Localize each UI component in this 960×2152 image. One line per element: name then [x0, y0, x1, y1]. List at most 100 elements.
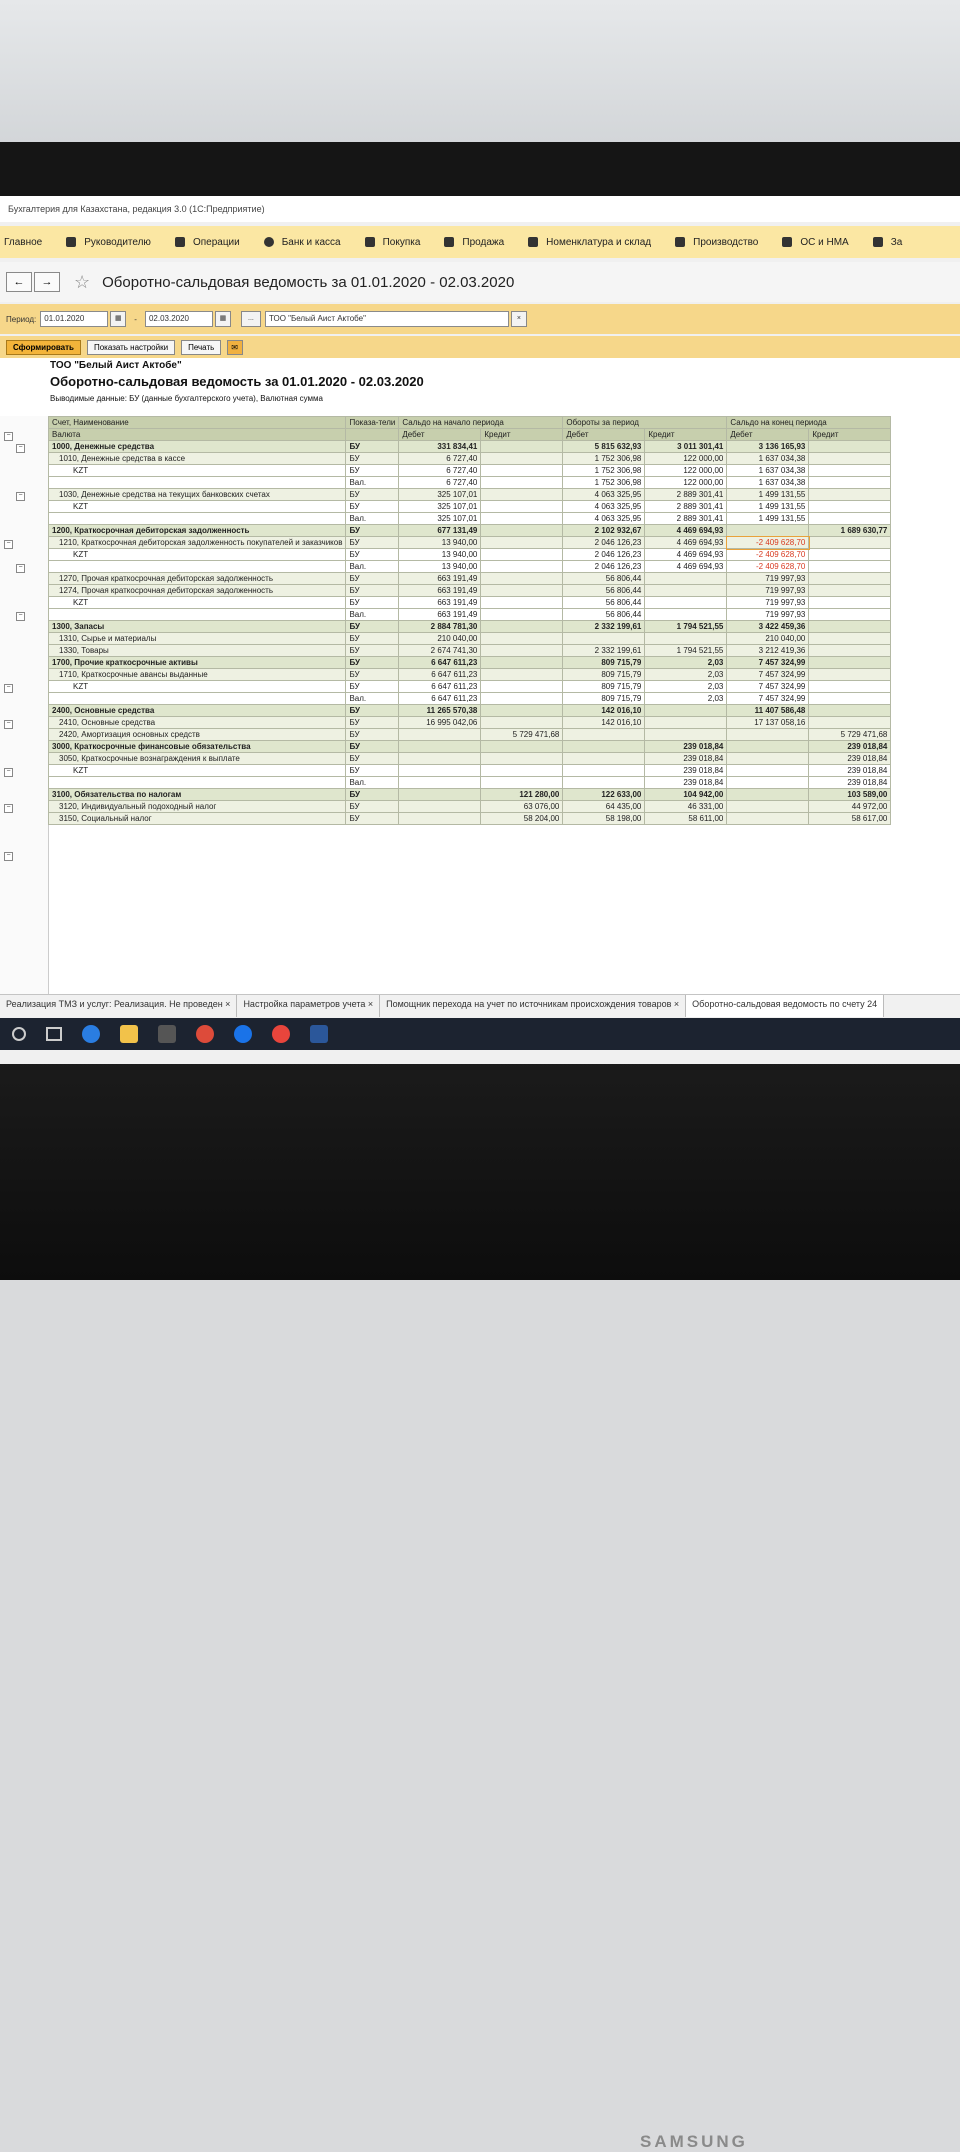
amount-cell[interactable]: 58 204,00	[480, 812, 564, 825]
amount-cell[interactable]: 677 131,49	[398, 524, 482, 537]
amount-cell[interactable]: 3 422 459,36	[726, 620, 810, 633]
amount-cell[interactable]: 122 000,00	[644, 476, 728, 489]
date-from-field[interactable]: 01.01.2020	[40, 311, 109, 327]
back-button[interactable]: ←	[6, 272, 32, 292]
collapse-group-icon[interactable]: −	[4, 540, 13, 549]
report-row[interactable]: 1210, Краткосрочная дебиторская задолжен…	[47, 535, 892, 550]
amount-cell[interactable]	[480, 716, 564, 729]
amount-cell[interactable]: 13 940,00	[398, 560, 482, 573]
amount-cell[interactable]: 1 689 630,77	[808, 524, 892, 537]
amount-cell[interactable]	[808, 692, 892, 705]
amount-cell[interactable]: 4 469 694,93	[644, 548, 728, 561]
menu-item-fixed-assets[interactable]: ОС и НМА	[782, 237, 849, 248]
amount-cell[interactable]	[808, 548, 892, 561]
amount-cell[interactable]: 7 457 324,99	[726, 692, 810, 705]
favorite-star-icon[interactable]: ☆	[74, 272, 90, 293]
amount-cell[interactable]	[726, 764, 810, 777]
amount-cell[interactable]	[808, 716, 892, 729]
amount-cell[interactable]: 1 499 131,55	[726, 500, 810, 513]
amount-cell[interactable]	[644, 632, 728, 645]
amount-cell[interactable]	[480, 536, 564, 549]
amount-cell[interactable]: 6 727,40	[398, 452, 482, 465]
amount-cell[interactable]: 239 018,84	[644, 752, 728, 765]
amount-cell[interactable]: 13 940,00	[398, 536, 482, 549]
amount-cell[interactable]: 2 674 741,30	[398, 644, 482, 657]
explorer-icon[interactable]	[120, 1025, 138, 1043]
amount-cell[interactable]	[480, 596, 564, 609]
report-row[interactable]: KZT БУ 6 727,40 1 752 306,98 122 000,00 1 637…	[47, 464, 892, 477]
amount-cell[interactable]: 4 469 694,93	[644, 536, 728, 549]
amount-cell[interactable]	[398, 776, 482, 789]
amount-cell[interactable]: 64 435,00	[562, 800, 646, 813]
report-row[interactable]: 1000, Денежные средства БУ 331 834,41 5 815…	[47, 440, 892, 453]
amount-cell[interactable]: 2,03	[644, 668, 728, 681]
report-row[interactable]: Вал. 663 191,49 56 806,44 719 997,93	[47, 608, 892, 621]
amount-cell[interactable]: 44 972,00	[808, 800, 892, 813]
report-row[interactable]: 1274, Прочая краткосрочная дебиторская з…	[47, 584, 892, 597]
amount-cell[interactable]: 6 647 611,23	[398, 680, 482, 693]
window-tab[interactable]: Настройка параметров учета ×	[237, 995, 381, 1017]
amount-cell[interactable]: 719 997,93	[726, 584, 810, 597]
amount-cell[interactable]	[808, 488, 892, 501]
amount-cell[interactable]: 11 407 586,48	[726, 704, 810, 717]
amount-cell[interactable]: 2 046 126,23	[562, 560, 646, 573]
amount-cell[interactable]: 809 715,79	[562, 680, 646, 693]
collapse-group-icon[interactable]: −	[16, 612, 25, 621]
amount-cell[interactable]: 5 729 471,68	[480, 728, 564, 741]
amount-cell[interactable]	[644, 608, 728, 621]
amount-cell[interactable]	[808, 560, 892, 573]
amount-cell[interactable]	[480, 476, 564, 489]
amount-cell[interactable]: 663 191,49	[398, 572, 482, 585]
amount-cell[interactable]: -2 409 628,70	[726, 560, 810, 573]
amount-cell[interactable]	[480, 692, 564, 705]
amount-cell[interactable]	[480, 488, 564, 501]
amount-cell[interactable]	[808, 452, 892, 465]
amount-cell[interactable]	[480, 752, 564, 765]
amount-cell[interactable]: 2,03	[644, 680, 728, 693]
collapse-group-icon[interactable]: −	[4, 852, 13, 861]
amount-cell[interactable]	[562, 752, 646, 765]
amount-cell[interactable]: 2 332 199,61	[562, 644, 646, 657]
amount-cell[interactable]: 58 617,00	[808, 812, 892, 825]
amount-cell[interactable]: 3 136 165,93	[726, 440, 810, 453]
report-row[interactable]: Вал. 13 940,00 2 046 126,23 4 469 694,93 -2 …	[47, 560, 892, 573]
menu-item-more[interactable]: За	[872, 237, 902, 248]
amount-cell[interactable]	[808, 632, 892, 645]
amount-cell[interactable]	[480, 776, 564, 789]
menu-item-sales[interactable]: Продажа	[444, 237, 504, 248]
amount-cell[interactable]	[480, 572, 564, 585]
print-button[interactable]: Печать	[181, 339, 222, 355]
report-row[interactable]: 3100, Обязательства по налогам БУ 121 280,…	[47, 788, 892, 801]
organization-field[interactable]: ТОО "Белый Аист Актобе"	[264, 311, 509, 327]
amount-cell[interactable]: 104 942,00	[644, 788, 728, 801]
amount-cell[interactable]	[480, 452, 564, 465]
amount-cell[interactable]: 2 889 301,41	[644, 512, 728, 525]
amount-cell[interactable]: 331 834,41	[398, 440, 482, 453]
amount-cell[interactable]	[480, 524, 564, 537]
report-row[interactable]: KZT БУ 663 191,49 56 806,44 719 997,93	[47, 596, 892, 609]
amount-cell[interactable]: 56 806,44	[562, 596, 646, 609]
amount-cell[interactable]	[726, 800, 810, 813]
amount-cell[interactable]	[644, 704, 728, 717]
amount-cell[interactable]	[480, 668, 564, 681]
amount-cell[interactable]	[480, 440, 564, 453]
amount-cell[interactable]	[480, 512, 564, 525]
amount-cell[interactable]: 142 016,10	[562, 704, 646, 717]
amount-cell[interactable]	[480, 548, 564, 561]
amount-cell[interactable]	[480, 608, 564, 621]
report-row[interactable]: 1270, Прочая краткосрочная дебиторская з…	[47, 572, 892, 585]
amount-cell[interactable]: 1 752 306,98	[562, 452, 646, 465]
amount-cell[interactable]	[808, 512, 892, 525]
menu-item-main[interactable]: Главное	[4, 237, 42, 248]
report-row[interactable]: 1200, Краткосрочная дебиторская задолжен…	[47, 524, 892, 537]
teamviewer-icon[interactable]	[234, 1025, 252, 1043]
amount-cell[interactable]: 6 647 611,23	[398, 668, 482, 681]
report-row[interactable]: KZT БУ 239 018,84 239 018,84	[47, 764, 892, 777]
amount-cell[interactable]	[644, 596, 728, 609]
amount-cell[interactable]: 1 794 521,55	[644, 644, 728, 657]
window-tab[interactable]: Оборотно-сальдовая ведомость по счету 24	[686, 995, 885, 1017]
store-icon[interactable]	[158, 1025, 176, 1043]
amount-cell[interactable]: 239 018,84	[644, 740, 728, 753]
collapse-group-icon[interactable]: −	[16, 492, 25, 501]
amount-cell[interactable]: 5 815 632,93	[562, 440, 646, 453]
